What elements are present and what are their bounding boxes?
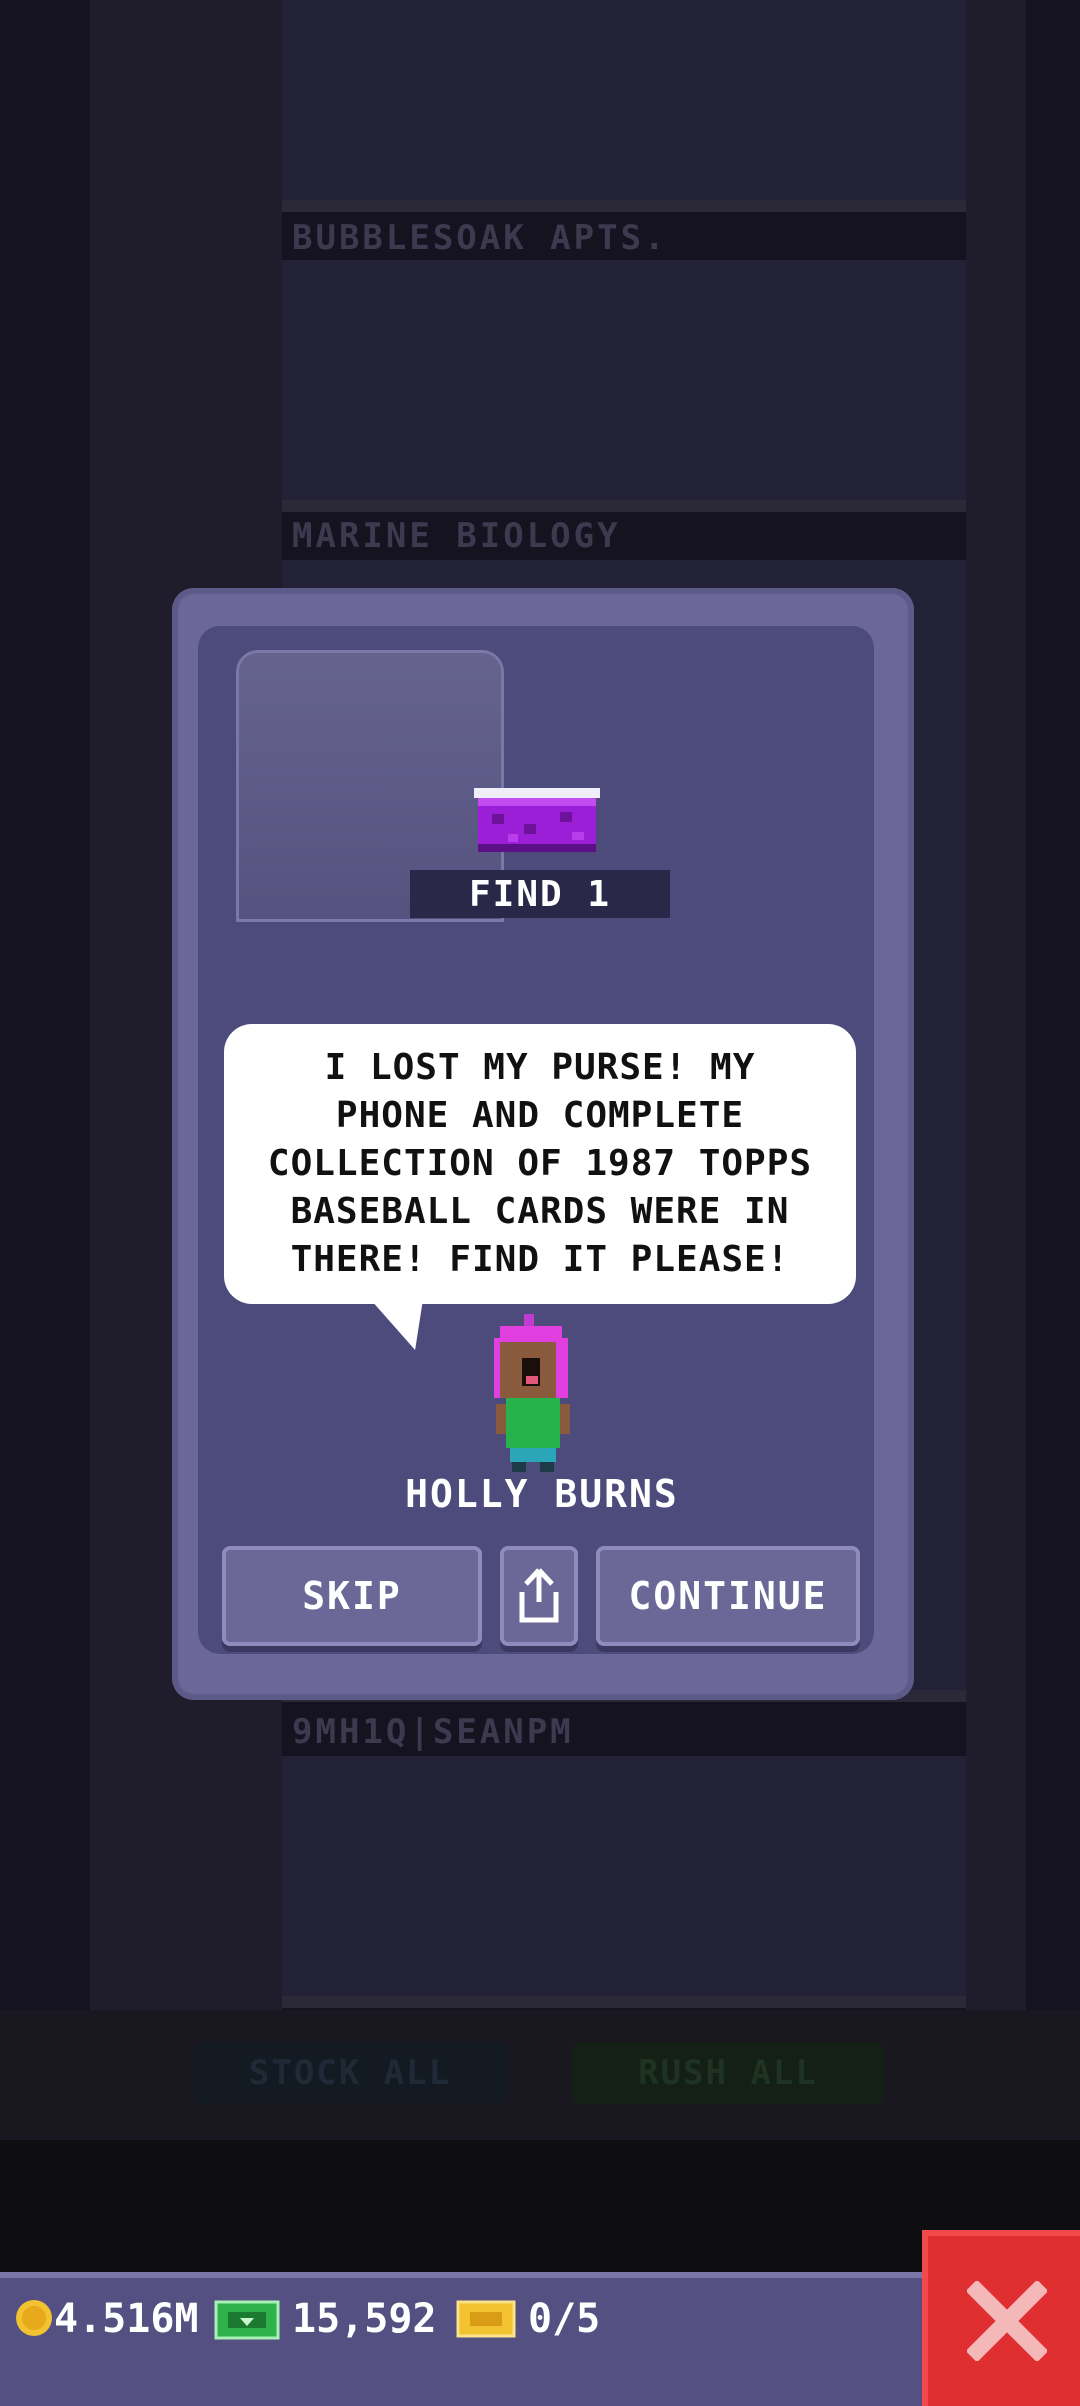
floor-bubblesoak[interactable] — [282, 260, 966, 512]
rush-all-label: RUSH ALL — [638, 2053, 818, 2093]
bux-icon — [214, 2300, 280, 2340]
share-icon — [519, 1568, 559, 1623]
stock-all-label: STOCK ALL — [248, 2053, 452, 2093]
continue-button[interactable]: CONTINUE — [596, 1546, 860, 1646]
character-name: HOLLY BURNS — [405, 1472, 679, 1516]
share-button[interactable] — [500, 1546, 578, 1646]
bux-count: 15,592 — [292, 2296, 437, 2342]
ground — [0, 2140, 1080, 2272]
ticket-icon — [456, 2300, 516, 2338]
action-bar — [0, 2010, 1080, 2140]
close-icon — [967, 2281, 1047, 2361]
character-sprite — [494, 1314, 570, 1472]
coin-icon — [16, 2300, 52, 2336]
floor-top — [282, 0, 966, 212]
floor-bottom[interactable] — [282, 1756, 966, 2008]
rush-all-button[interactable]: RUSH ALL — [572, 2042, 884, 2104]
close-button[interactable] — [922, 2230, 1080, 2406]
floor-label-1: BUBBLESOAK APTS. — [292, 218, 668, 258]
continue-label: CONTINUE — [628, 1574, 828, 1618]
tower-side-wall — [966, 0, 1026, 2010]
floor-label-2: MARINE BIOLOGY — [292, 516, 621, 556]
mission-message: I LOST MY PURSE! MY PHONE AND COMPLETE C… — [267, 1047, 813, 1280]
coin-count: 4.516M — [54, 2296, 199, 2342]
skip-button[interactable]: SKIP — [222, 1546, 482, 1646]
speech-bubble: I LOST MY PURSE! MY PHONE AND COMPLETE C… — [224, 1024, 856, 1304]
skip-label: SKIP — [302, 1574, 402, 1618]
floor-label-3: 9MH1Q|SEANPM — [292, 1712, 574, 1752]
stock-all-button[interactable]: STOCK ALL — [194, 2042, 506, 2104]
purse-icon — [474, 788, 600, 852]
ticket-count: 0/5 — [528, 2296, 601, 2342]
find-count-label: FIND 1 — [410, 870, 670, 918]
